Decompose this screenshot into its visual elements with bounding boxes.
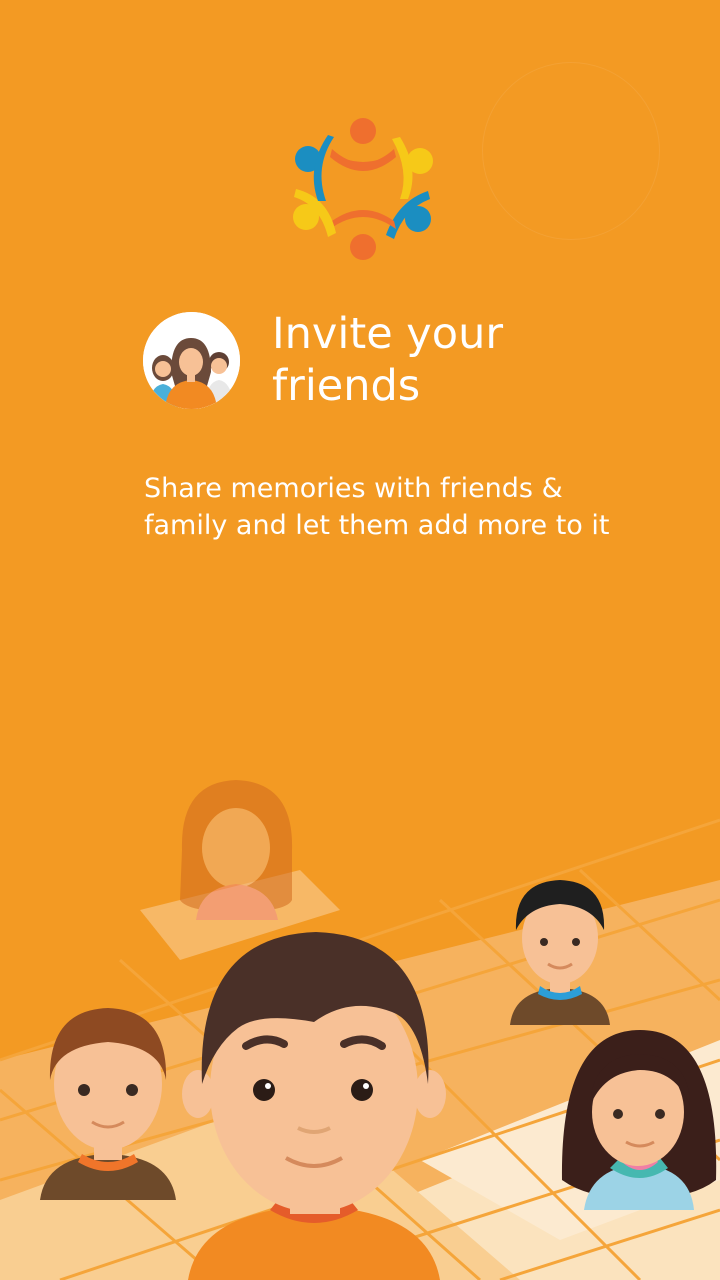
onboarding-screen[interactable]: Invite your friends Share memories with … [0,0,720,1280]
group-of-friends-icon [143,312,240,409]
decorative-ring [482,62,660,240]
onboarding-description: Share memories with friends & family and… [144,473,610,541]
people-on-tiles-illustration [0,760,720,1280]
onboarding-headline: Invite your friends [272,309,503,411]
community-circle-icon [280,105,445,270]
